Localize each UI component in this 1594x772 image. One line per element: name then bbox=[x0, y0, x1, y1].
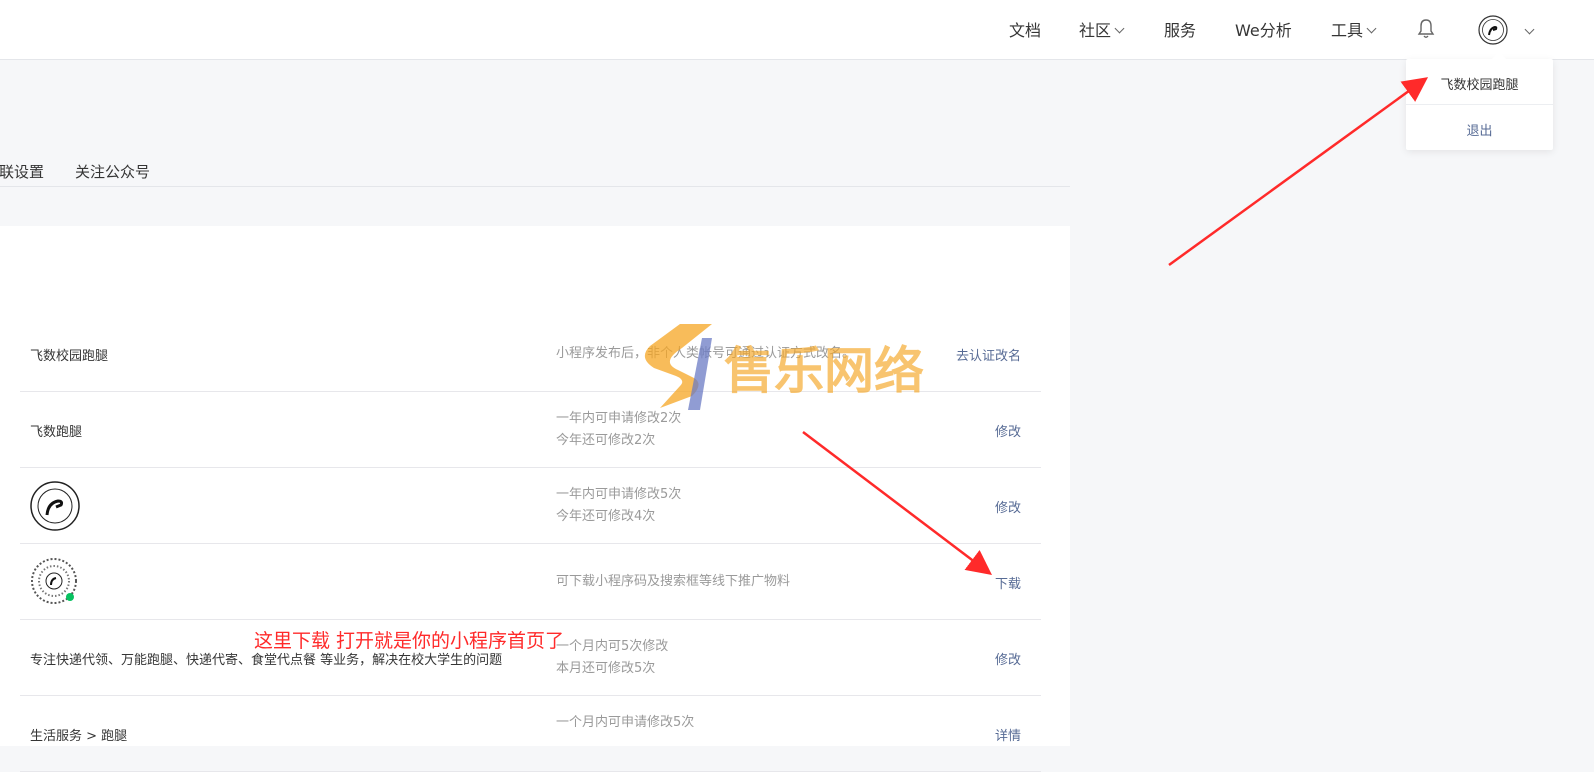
account-dropdown: 飞数校园跑腿 退出 bbox=[1406, 52, 1553, 150]
chevron-down-icon bbox=[1366, 23, 1377, 34]
row-desc: 本月还可修改5次 bbox=[556, 661, 656, 676]
row-desc: 一个月内可申请修改5次 bbox=[556, 715, 695, 730]
divider bbox=[1406, 104, 1553, 105]
avatar[interactable] bbox=[1478, 15, 1508, 45]
row-label: 生活服务 > 跑腿 bbox=[30, 729, 128, 744]
table-row: 生活服务 > 跑腿 一个月内可申请修改5次 详情 bbox=[20, 696, 1041, 772]
nav-we-analytics[interactable]: We分析 bbox=[1235, 17, 1292, 41]
tab-link-settings[interactable]: 关联设置 bbox=[0, 161, 44, 182]
avatar bbox=[30, 481, 80, 531]
verify-rename-link[interactable]: 去认证改名 bbox=[956, 345, 1021, 364]
download-link[interactable]: 下载 bbox=[995, 573, 1021, 592]
avatar-menu-toggle[interactable] bbox=[1521, 22, 1535, 41]
table-row: 一年内可申请修改5次 今年还可修改4次 修改 bbox=[20, 468, 1041, 544]
row-desc: 一个月内可5次修改 bbox=[556, 639, 669, 654]
top-nav-bar: 文档 社区 服务 We分析 工具 bbox=[0, 0, 1594, 60]
chevron-down-icon bbox=[1114, 23, 1125, 34]
watermark-logo: 售乐网络 bbox=[644, 324, 924, 410]
row-desc: 可下载小程序码及搜索框等线下推广物料 bbox=[556, 574, 791, 589]
watermark-text: 售乐网络 bbox=[724, 342, 924, 400]
logout-link[interactable]: 退出 bbox=[1406, 120, 1553, 139]
row-label: 飞数校园跑腿 bbox=[30, 349, 109, 364]
nav-service[interactable]: 服务 bbox=[1164, 17, 1196, 41]
nav-community-label: 社区 bbox=[1079, 21, 1112, 40]
qr-code-icon bbox=[31, 558, 77, 604]
tab-follow-official-account[interactable]: 关注公众号 bbox=[75, 161, 150, 182]
nav-tools-label: 工具 bbox=[1331, 21, 1364, 40]
nav-community[interactable]: 社区 bbox=[1079, 17, 1125, 41]
row-desc: 今年还可修改2次 bbox=[556, 433, 656, 448]
settings-panel: 飞数校园跑腿 小程序发布后，非个人类帐号可通过认证方式改名。 去认证改名 飞数跑… bbox=[0, 226, 1070, 772]
modify-link[interactable]: 修改 bbox=[995, 497, 1021, 516]
row-label: 飞数跑腿 bbox=[30, 425, 83, 440]
bell-icon[interactable] bbox=[1417, 18, 1435, 40]
chevron-down-icon bbox=[1524, 24, 1535, 35]
nav-tools[interactable]: 工具 bbox=[1331, 17, 1377, 41]
row-desc: 一年内可申请修改5次 bbox=[556, 487, 682, 502]
annotation-arrow bbox=[1168, 77, 1429, 267]
nav-docs[interactable]: 文档 bbox=[1009, 17, 1041, 41]
settings-tabs: 关联设置 关注公众号 bbox=[0, 158, 1070, 187]
modify-link[interactable]: 修改 bbox=[995, 421, 1021, 440]
dropdown-caret bbox=[1492, 52, 1506, 59]
details-link[interactable]: 详情 bbox=[995, 725, 1021, 744]
modify-link[interactable]: 修改 bbox=[995, 649, 1021, 668]
row-desc: 今年还可修改4次 bbox=[556, 509, 656, 524]
annotation-text: 这里下载 打开就是你的小程序首页了 bbox=[254, 630, 565, 652]
account-name[interactable]: 飞数校园跑腿 bbox=[1406, 74, 1553, 93]
table-row: 可下载小程序码及搜索框等线下推广物料 下载 bbox=[20, 544, 1041, 620]
